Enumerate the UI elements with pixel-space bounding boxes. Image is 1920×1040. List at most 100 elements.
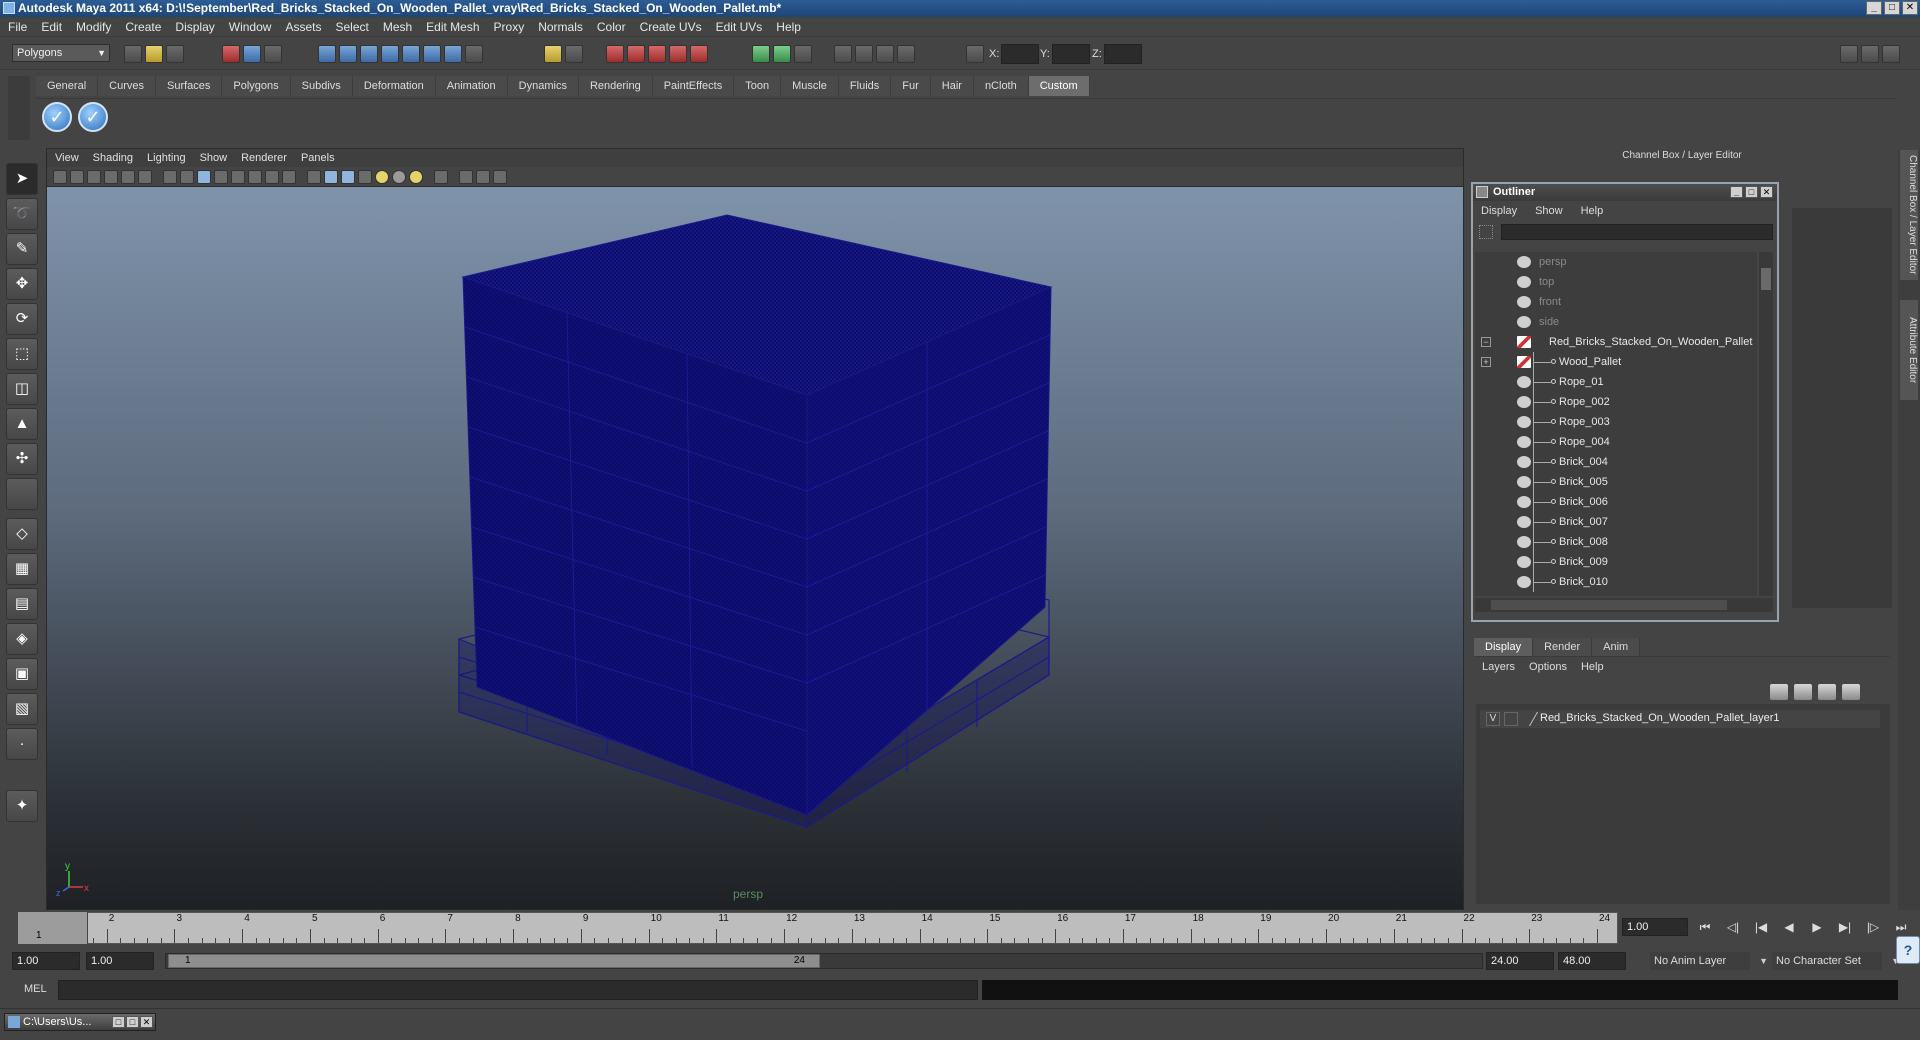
save-scene-icon[interactable]: [166, 45, 184, 63]
shadows-icon[interactable]: [248, 169, 262, 184]
xray-icon[interactable]: [265, 169, 279, 184]
outliner-item-brick-010[interactable]: Brick_010: [1475, 572, 1757, 592]
layer-tab-display[interactable]: Display: [1474, 638, 1534, 656]
layer-tab-anim[interactable]: Anim: [1592, 638, 1641, 656]
minimized-window-item[interactable]: C:\Users\Us... □ □ ✕: [4, 1013, 156, 1031]
mask-handles-icon[interactable]: [318, 45, 336, 63]
maximize-button[interactable]: □: [1884, 1, 1900, 15]
outliner-vertical-scrollbar[interactable]: [1759, 252, 1773, 596]
range-slider-track[interactable]: 1 24: [165, 953, 1483, 969]
mask-curves-icon[interactable]: [360, 45, 378, 63]
character-set-dropdown[interactable]: No Character Set ▼: [1772, 952, 1900, 970]
mask-dynamics-icon[interactable]: [423, 45, 441, 63]
z-field[interactable]: [1104, 44, 1142, 64]
safe-frame-icon[interactable]: [476, 169, 490, 184]
textured-icon[interactable]: [214, 169, 228, 184]
bookmarks-icon[interactable]: [87, 169, 101, 184]
input-ops-icon[interactable]: [752, 45, 770, 63]
select-object-icon[interactable]: [243, 45, 261, 63]
outliner-item-persp[interactable]: persp: [1475, 252, 1757, 272]
toggle-channel-box-icon[interactable]: [1882, 45, 1900, 63]
close-button[interactable]: ✕: [140, 1016, 153, 1028]
step-back-frame-icon[interactable]: |◀: [1750, 918, 1772, 936]
current-time-marker[interactable]: 1: [18, 912, 88, 944]
outliner-item-rope-002[interactable]: Rope_002: [1475, 392, 1757, 412]
shaded-wireframe-icon[interactable]: [197, 169, 211, 184]
select-tool-icon[interactable]: ➤: [6, 163, 38, 195]
shelf-tab-subdivs[interactable]: Subdivs: [290, 76, 353, 96]
layer-visibility-toggle[interactable]: V: [1486, 712, 1500, 726]
viewport-menu-view[interactable]: View: [55, 152, 79, 164]
menu-edit-mesh[interactable]: Edit Mesh: [426, 20, 479, 34]
universal-manipulator-icon[interactable]: ◫: [6, 373, 38, 405]
menu-create[interactable]: Create: [125, 20, 161, 34]
single-perspective-layout-icon[interactable]: ◇: [6, 518, 38, 550]
y-field[interactable]: [1052, 44, 1090, 64]
outliner-menu-display[interactable]: Display: [1481, 205, 1517, 217]
shelf-tab-animation[interactable]: Animation: [435, 76, 508, 96]
absolute-transform-icon[interactable]: [966, 45, 984, 63]
perspective-graph-layout-icon[interactable]: ◈: [6, 623, 38, 655]
layer-color-swatch[interactable]: [1517, 712, 1539, 726]
shelf-tab-surfaces[interactable]: Surfaces: [155, 76, 223, 96]
paint-select-tool-icon[interactable]: ✎: [6, 233, 38, 265]
shelf-tab-general[interactable]: General: [36, 76, 99, 96]
mask-deformations-icon[interactable]: [402, 45, 420, 63]
shelf-tab-dynamics[interactable]: Dynamics: [507, 76, 579, 96]
lock-selection-icon[interactable]: [544, 45, 562, 63]
ipr-render-icon[interactable]: [876, 45, 894, 63]
snap-point-icon[interactable]: [648, 45, 666, 63]
outliner-minimize-button[interactable]: _: [1730, 186, 1743, 198]
shelf-tab-custom[interactable]: Custom: [1028, 76, 1090, 96]
rotate-tool-icon[interactable]: ⟳: [6, 303, 38, 335]
toggle-tool-settings-icon[interactable]: [1861, 45, 1879, 63]
mask-joints-icon[interactable]: [339, 45, 357, 63]
show-manipulator-icon[interactable]: ✣: [6, 443, 38, 475]
render-view-icon[interactable]: [834, 45, 852, 63]
viewport-menu-panels[interactable]: Panels: [301, 152, 335, 164]
menu-window[interactable]: Window: [229, 20, 272, 34]
image-plane-icon[interactable]: [104, 169, 118, 184]
isolate-select-icon[interactable]: [307, 169, 321, 184]
shelf-checkmark-button-2[interactable]: ✓: [78, 102, 108, 132]
viewport-menu-lighting[interactable]: Lighting: [147, 152, 186, 164]
outliner-item-brick-009[interactable]: Brick_009: [1475, 552, 1757, 572]
render-frame-icon[interactable]: [855, 45, 873, 63]
mask-surfaces-icon[interactable]: [381, 45, 399, 63]
layer-menu-options[interactable]: Options: [1529, 661, 1567, 673]
maximize-button[interactable]: □: [126, 1016, 139, 1028]
select-camera-icon[interactable]: [53, 169, 67, 184]
shelf-tab-ncloth[interactable]: nCloth: [973, 76, 1029, 96]
film-gate-icon[interactable]: [138, 169, 152, 184]
menu-mesh[interactable]: Mesh: [383, 20, 412, 34]
texture-text-icon[interactable]: [282, 169, 296, 184]
menu-set-dropdown[interactable]: Polygons ▼: [12, 44, 110, 62]
outliner-item-brick-005[interactable]: Brick_005: [1475, 472, 1757, 492]
move-tool-icon[interactable]: ✥: [6, 268, 38, 300]
play-forwards-icon[interactable]: ▶: [1806, 918, 1828, 936]
output-ops-icon[interactable]: [773, 45, 791, 63]
layout-options-icon[interactable]: ·: [6, 728, 38, 760]
wind-icon[interactable]: ✦: [6, 790, 38, 822]
shelf-tab-rendering[interactable]: Rendering: [578, 76, 653, 96]
make-live-icon[interactable]: [690, 45, 708, 63]
viewport-menu-renderer[interactable]: Renderer: [241, 152, 287, 164]
four-view-layout-icon[interactable]: ▦: [6, 553, 38, 585]
restore-button[interactable]: □: [112, 1016, 125, 1028]
outliner-item-brick-006[interactable]: Brick_006: [1475, 492, 1757, 512]
outliner-item-root-group[interactable]: − Red_Bricks_Stacked_On_Wooden_Pallet: [1475, 332, 1757, 352]
perspective-outliner-layout-icon[interactable]: ▤: [6, 588, 38, 620]
scroll-thumb[interactable]: [1761, 268, 1771, 290]
shelf-tab-hair[interactable]: Hair: [930, 76, 974, 96]
time-slider[interactable]: 123456789101112131415161718192021222324: [18, 912, 1618, 944]
camera-attributes-icon[interactable]: [70, 169, 84, 184]
mel-command-input[interactable]: [58, 980, 978, 1000]
select-tool-viewport-icon[interactable]: [434, 169, 448, 184]
playback-start-field[interactable]: 1.00: [86, 952, 154, 970]
outliner-item-brick-008[interactable]: Brick_008: [1475, 532, 1757, 552]
viewport-menu-show[interactable]: Show: [200, 152, 228, 164]
shelf-tab-muscle[interactable]: Muscle: [781, 76, 839, 96]
move-layer-up-icon[interactable]: [1770, 684, 1788, 700]
outliner-search-input[interactable]: [1501, 224, 1773, 240]
smooth-shade-icon[interactable]: [180, 169, 194, 184]
